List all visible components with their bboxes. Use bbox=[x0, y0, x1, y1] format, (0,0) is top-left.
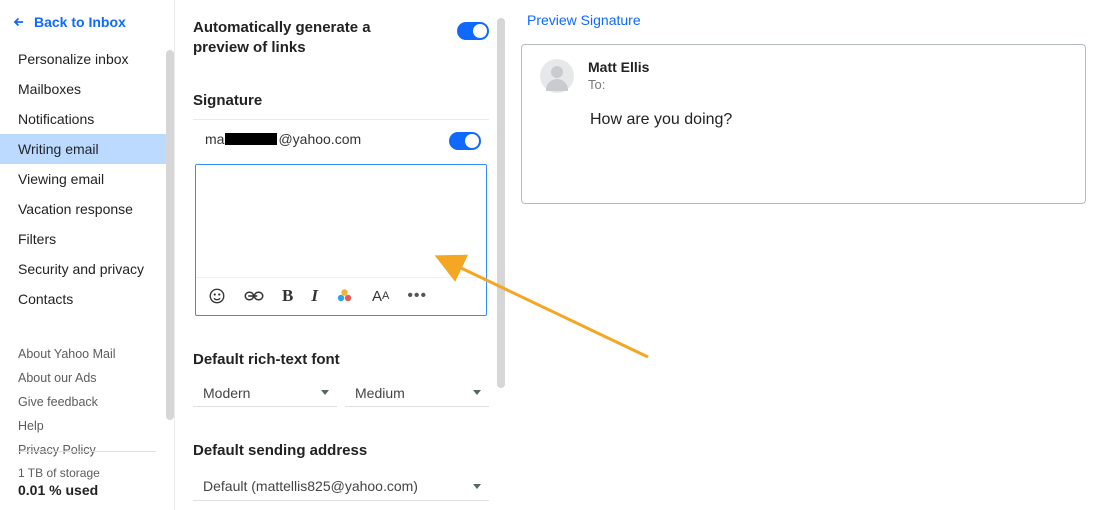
italic-icon[interactable]: I bbox=[311, 286, 318, 306]
preview-card: Matt Ellis To: How are you doing? bbox=[521, 44, 1086, 204]
color-icon[interactable] bbox=[336, 287, 354, 305]
font-size-select[interactable]: Medium bbox=[345, 379, 489, 407]
font-family-select[interactable]: Modern bbox=[193, 379, 337, 407]
more-icon[interactable]: ••• bbox=[407, 287, 427, 305]
rich-text-title: Default rich-text font bbox=[193, 350, 489, 370]
sidebar-nav: Personalize inbox Mailboxes Notification… bbox=[0, 40, 174, 314]
sidebar-item-filters[interactable]: Filters bbox=[0, 224, 174, 254]
preview-title: Preview Signature bbox=[521, 8, 1086, 32]
preview-to-label: To: bbox=[588, 77, 649, 92]
meta-about-yahoo-mail[interactable]: About Yahoo Mail bbox=[0, 342, 174, 366]
default-address-title: Default sending address bbox=[193, 441, 489, 461]
preview-links-toggle[interactable] bbox=[457, 22, 489, 40]
preview-from-name: Matt Ellis bbox=[588, 59, 649, 75]
signature-preview-panel: Preview Signature Matt Ellis To: How are… bbox=[507, 0, 1100, 510]
sidebar-item-mailboxes[interactable]: Mailboxes bbox=[0, 74, 174, 104]
emoji-icon[interactable] bbox=[208, 287, 226, 305]
meta-about-ads[interactable]: About our Ads bbox=[0, 366, 174, 390]
storage-total: 1 TB of storage bbox=[18, 466, 156, 480]
signature-editor[interactable]: B I AA ••• bbox=[195, 164, 487, 316]
sidebar-scrollbar[interactable] bbox=[166, 50, 174, 420]
sidebar-item-vacation-response[interactable]: Vacation response bbox=[0, 194, 174, 224]
font-size-icon[interactable]: AA bbox=[372, 288, 389, 305]
back-to-inbox-label: Back to Inbox bbox=[34, 14, 126, 30]
preview-links-title: Automatically generate a preview of link… bbox=[193, 18, 423, 57]
sidebar-item-viewing-email[interactable]: Viewing email bbox=[0, 164, 174, 194]
chevron-down-icon bbox=[473, 484, 481, 489]
bold-icon[interactable]: B bbox=[282, 286, 293, 306]
sidebar-item-notifications[interactable]: Notifications bbox=[0, 104, 174, 134]
back-to-inbox-link[interactable]: Back to Inbox bbox=[0, 0, 174, 40]
settings-scrollbar[interactable] bbox=[497, 18, 505, 388]
sidebar-meta: About Yahoo Mail About our Ads Give feed… bbox=[0, 314, 174, 462]
default-address-select[interactable]: Default (mattellis825@yahoo.com) bbox=[193, 473, 489, 501]
settings-panel: Automatically generate a preview of link… bbox=[175, 0, 507, 510]
redacted-text bbox=[225, 133, 277, 145]
signature-toggle[interactable] bbox=[449, 132, 481, 150]
storage-usage: 1 TB of storage 0.01 % used bbox=[18, 451, 156, 498]
meta-give-feedback[interactable]: Give feedback bbox=[0, 390, 174, 414]
storage-used: 0.01 % used bbox=[18, 482, 156, 498]
sidebar-item-contacts[interactable]: Contacts bbox=[0, 284, 174, 314]
signature-title: Signature bbox=[193, 91, 489, 111]
sidebar-item-writing-email[interactable]: Writing email bbox=[0, 134, 174, 164]
sidebar-item-personalize[interactable]: Personalize inbox bbox=[0, 44, 174, 74]
preview-body: How are you doing? bbox=[590, 111, 1067, 129]
sidebar-item-security[interactable]: Security and privacy bbox=[0, 254, 174, 284]
settings-sidebar: Back to Inbox Personalize inbox Mailboxe… bbox=[0, 0, 175, 510]
chevron-down-icon bbox=[473, 390, 481, 395]
signature-account-email: ma @yahoo.com bbox=[205, 131, 361, 147]
link-icon[interactable] bbox=[244, 288, 264, 304]
signature-textarea[interactable] bbox=[196, 165, 486, 277]
arrow-left-icon bbox=[12, 15, 26, 29]
avatar-icon bbox=[540, 59, 574, 93]
meta-help[interactable]: Help bbox=[0, 414, 174, 438]
signature-toolbar: B I AA ••• bbox=[196, 277, 486, 315]
chevron-down-icon bbox=[321, 390, 329, 395]
